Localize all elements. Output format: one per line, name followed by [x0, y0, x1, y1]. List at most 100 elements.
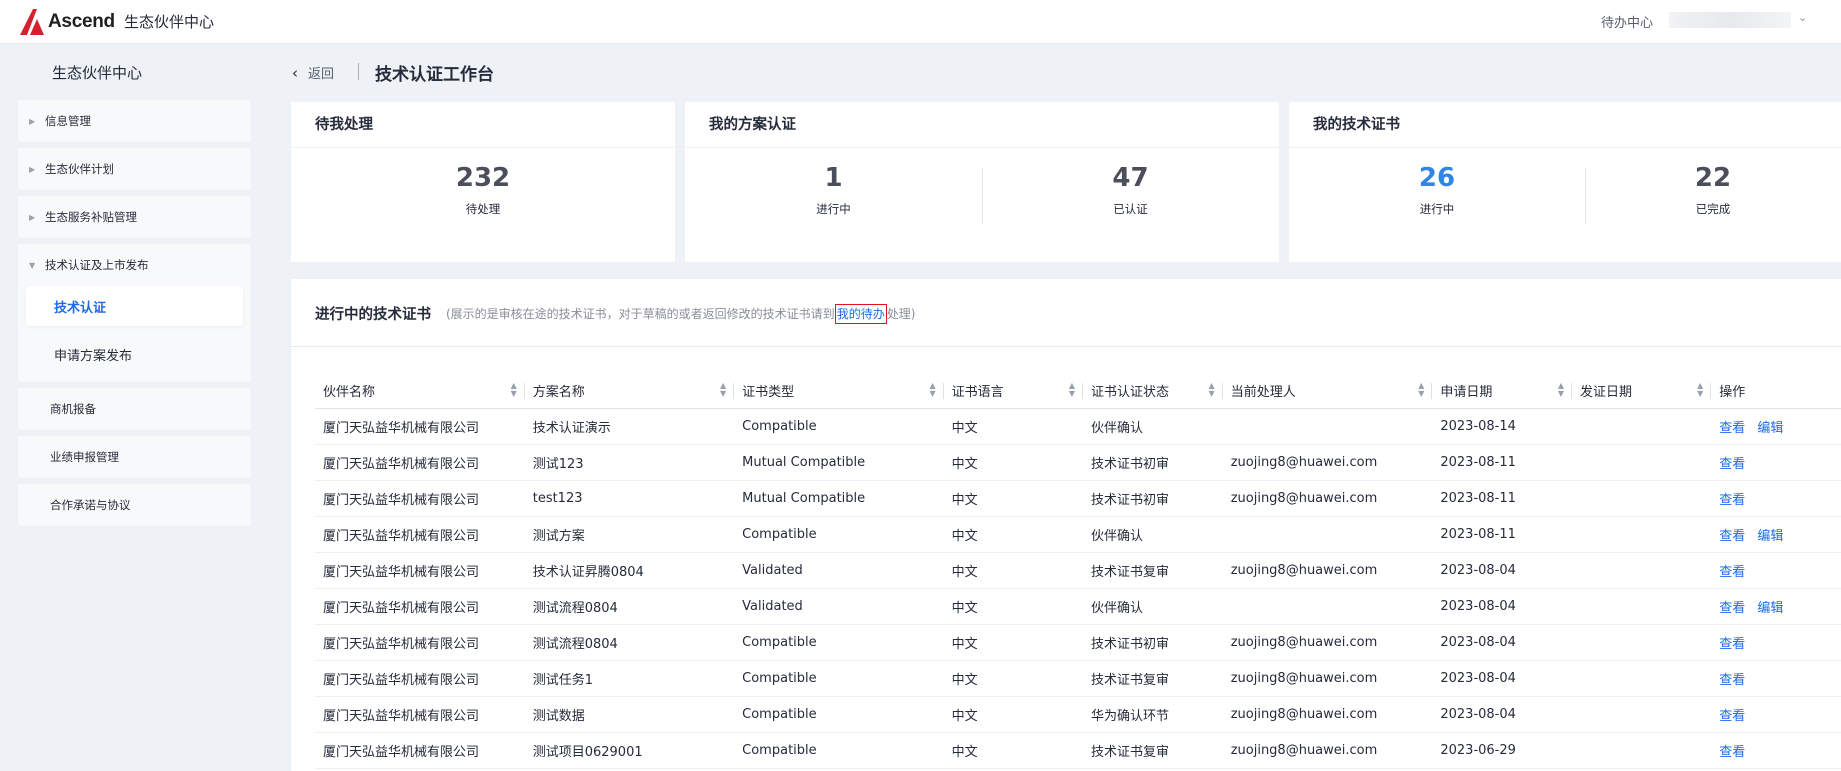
view-link[interactable]: 查看: [1719, 673, 1745, 688]
issue-date-cell: [1572, 696, 1712, 733]
sort-icon[interactable]: ▲ ▼: [1697, 382, 1703, 398]
cert-language-cell: 中文: [943, 660, 1084, 697]
sidebar-subitem-tech-certification[interactable]: 技术认证: [26, 286, 243, 326]
handler-cell: zuojing8@huawei.com: [1222, 660, 1433, 697]
cert-language-cell: 中文: [943, 444, 1084, 481]
sidebar-item-cooperation-agreement[interactable]: 合作承诺与协议: [18, 484, 251, 526]
sidebar-item-opportunity-report[interactable]: 商机报备: [18, 388, 251, 430]
column-header-cert-language[interactable]: 证书语言 ▲ ▼: [943, 374, 1084, 409]
sidebar-item-subsidy-management[interactable]: ▶ 生态服务补贴管理: [18, 196, 251, 238]
todo-center-link[interactable]: 待办中心: [1601, 12, 1653, 31]
cert-type-cell: Validated: [734, 588, 944, 625]
table-row: 厦门天弘益华机械有限公司 测试流程0804 Compatible 中文 技术证书初审 zu…: [315, 624, 1841, 661]
card-title: 我的技术证书: [1289, 102, 1841, 148]
sort-icon[interactable]: ▲ ▼: [1558, 382, 1564, 398]
column-header-label: 伙伴名称: [323, 385, 376, 401]
solution-name-cell: 测试任务1: [524, 660, 735, 697]
column-header-apply-date[interactable]: 申请日期 ▲ ▼: [1432, 374, 1573, 409]
view-link[interactable]: 查看: [1719, 421, 1745, 436]
table-row: 厦门天弘益华机械有限公司 test123 Mutual Compatible 中文 技术…: [315, 480, 1841, 517]
back-button[interactable]: ‹ 返回: [292, 63, 335, 83]
view-link[interactable]: 查看: [1719, 637, 1745, 652]
cert-language-cell: 中文: [943, 552, 1084, 589]
cert-type-cell: Mutual Compatible: [734, 480, 944, 517]
column-header-issue-date[interactable]: 发证日期 ▲ ▼: [1572, 374, 1712, 409]
site-title[interactable]: 生态伙伴中心: [124, 11, 214, 32]
sidebar-subitem-apply-solution-release[interactable]: 申请方案发布: [18, 334, 251, 374]
sidebar-group-tech-certification: ▼ 技术认证及上市发布 技术认证 申请方案发布: [18, 244, 251, 382]
column-header-solution[interactable]: 方案名称 ▲ ▼: [524, 374, 735, 409]
tech-cert-card: 我的技术证书 26 进行中 22 已完成: [1289, 102, 1841, 262]
column-header-label: 发证日期: [1580, 385, 1633, 401]
apply-date-cell: 2023-08-11: [1432, 480, 1573, 517]
cert-language-cell: 中文: [943, 480, 1084, 517]
column-header-handler[interactable]: 当前处理人 ▲ ▼: [1222, 374, 1433, 409]
cert-status-cell: 技术证书复审: [1083, 552, 1223, 589]
sort-icon[interactable]: ▲ ▼: [930, 382, 936, 398]
cert-type-cell: Compatible: [734, 624, 944, 661]
solution-name-cell: 测试流程0804: [524, 588, 735, 625]
table-row: 厦门天弘益华机械有限公司 测试流程0804 Validated 中文 伙伴确认 2023-…: [315, 588, 1841, 625]
my-todo-link[interactable]: 我的待办: [834, 304, 887, 324]
table-row: 厦门天弘益华机械有限公司 测试123 Mutual Compatible 中文 技术证书…: [315, 444, 1841, 481]
actions-cell: 查看: [1711, 552, 1841, 589]
partner-name-cell: 厦门天弘益华机械有限公司: [315, 516, 525, 553]
edit-link[interactable]: 编辑: [1757, 529, 1783, 544]
ascend-logo[interactable]: Ascend: [18, 6, 115, 38]
view-link[interactable]: 查看: [1719, 709, 1745, 724]
pending-stat[interactable]: 232 待处理: [291, 161, 675, 217]
sidebar-item-label: 合作承诺与协议: [50, 498, 131, 512]
sidebar-item-tech-certification-release[interactable]: ▼ 技术认证及上市发布: [18, 244, 251, 286]
sort-icon[interactable]: ▲ ▼: [720, 382, 726, 398]
column-header-cert-status[interactable]: 证书认证状态 ▲ ▼: [1083, 374, 1223, 409]
panel-note-prefix: (展示的是审核在途的技术证书，对于草稿的或者返回修改的技术证书请到: [446, 307, 835, 321]
view-link[interactable]: 查看: [1719, 601, 1745, 616]
view-link[interactable]: 查看: [1719, 745, 1745, 760]
solution-in-progress-stat[interactable]: 1 进行中: [685, 161, 982, 217]
sidebar-item-partner-plan[interactable]: ▶ 生态伙伴计划: [18, 148, 251, 190]
handler-cell: zuojing8@huawei.com: [1222, 480, 1433, 517]
tech-cert-in-progress-stat[interactable]: 26 进行中: [1289, 161, 1585, 217]
apply-date-cell: 2023-08-04: [1432, 624, 1573, 661]
table-row: 厦门天弘益华机械有限公司 技术认证演示 Compatible 中文 伙伴确认 2023-0…: [315, 408, 1841, 445]
tech-cert-completed-stat[interactable]: 22 已完成: [1585, 161, 1841, 217]
actions-cell: 查看: [1711, 696, 1841, 733]
issue-date-cell: [1572, 408, 1712, 445]
column-header-actions: 操作: [1711, 374, 1841, 409]
column-header-partner[interactable]: 伙伴名称 ▲ ▼: [315, 374, 525, 409]
partner-name-cell: 厦门天弘益华机械有限公司: [315, 660, 525, 697]
chevron-down-icon[interactable]: ⌄: [1798, 11, 1807, 24]
user-account-name[interactable]: [1669, 12, 1791, 28]
actions-cell: 查看: [1711, 624, 1841, 661]
view-link[interactable]: 查看: [1719, 565, 1745, 580]
column-header-label: 证书类型: [742, 385, 795, 401]
cert-language-cell: 中文: [943, 408, 1084, 445]
solution-certified-stat[interactable]: 47 已认证: [982, 161, 1279, 217]
column-header-cert-type[interactable]: 证书类型 ▲ ▼: [734, 374, 944, 409]
sort-icon[interactable]: ▲ ▼: [1418, 382, 1424, 398]
apply-date-cell: 2023-08-04: [1432, 588, 1573, 625]
sidebar-item-performance-report[interactable]: 业绩申报管理: [18, 436, 251, 478]
sort-icon[interactable]: ▲ ▼: [1209, 382, 1215, 398]
solution-name-cell: 技术认证昇腾0804: [524, 552, 735, 589]
back-label: 返回: [308, 67, 335, 82]
edit-link[interactable]: 编辑: [1757, 421, 1783, 436]
sidebar-item-info-management[interactable]: ▶ 信息管理: [18, 100, 251, 142]
table-row: 厦门天弘益华机械有限公司 技术认证昇腾0804 Validated 中文 技术证书复审 z…: [315, 552, 1841, 589]
partner-name-cell: 厦门天弘益华机械有限公司: [315, 480, 525, 517]
sort-icon[interactable]: ▲ ▼: [1069, 382, 1075, 398]
sort-icon[interactable]: ▲ ▼: [511, 382, 517, 398]
sidebar-item-label: 技术认证及上市发布: [45, 258, 149, 272]
solution-in-progress-count: 1: [824, 163, 843, 193]
sidebar-title: 生态伙伴中心: [52, 64, 143, 82]
actions-cell: 查看 编辑: [1711, 516, 1841, 553]
actions-cell: 查看: [1711, 732, 1841, 769]
table-body: 厦门天弘益华机械有限公司 技术认证演示 Compatible 中文 伙伴确认 2023-0…: [315, 408, 1841, 769]
view-link[interactable]: 查看: [1719, 493, 1745, 508]
view-link[interactable]: 查看: [1719, 529, 1745, 544]
edit-link[interactable]: 编辑: [1757, 601, 1783, 616]
view-link[interactable]: 查看: [1719, 457, 1745, 472]
apply-date-cell: 2023-08-11: [1432, 516, 1573, 553]
partner-name-cell: 厦门天弘益华机械有限公司: [315, 444, 525, 481]
cert-type-cell: Compatible: [734, 696, 944, 733]
